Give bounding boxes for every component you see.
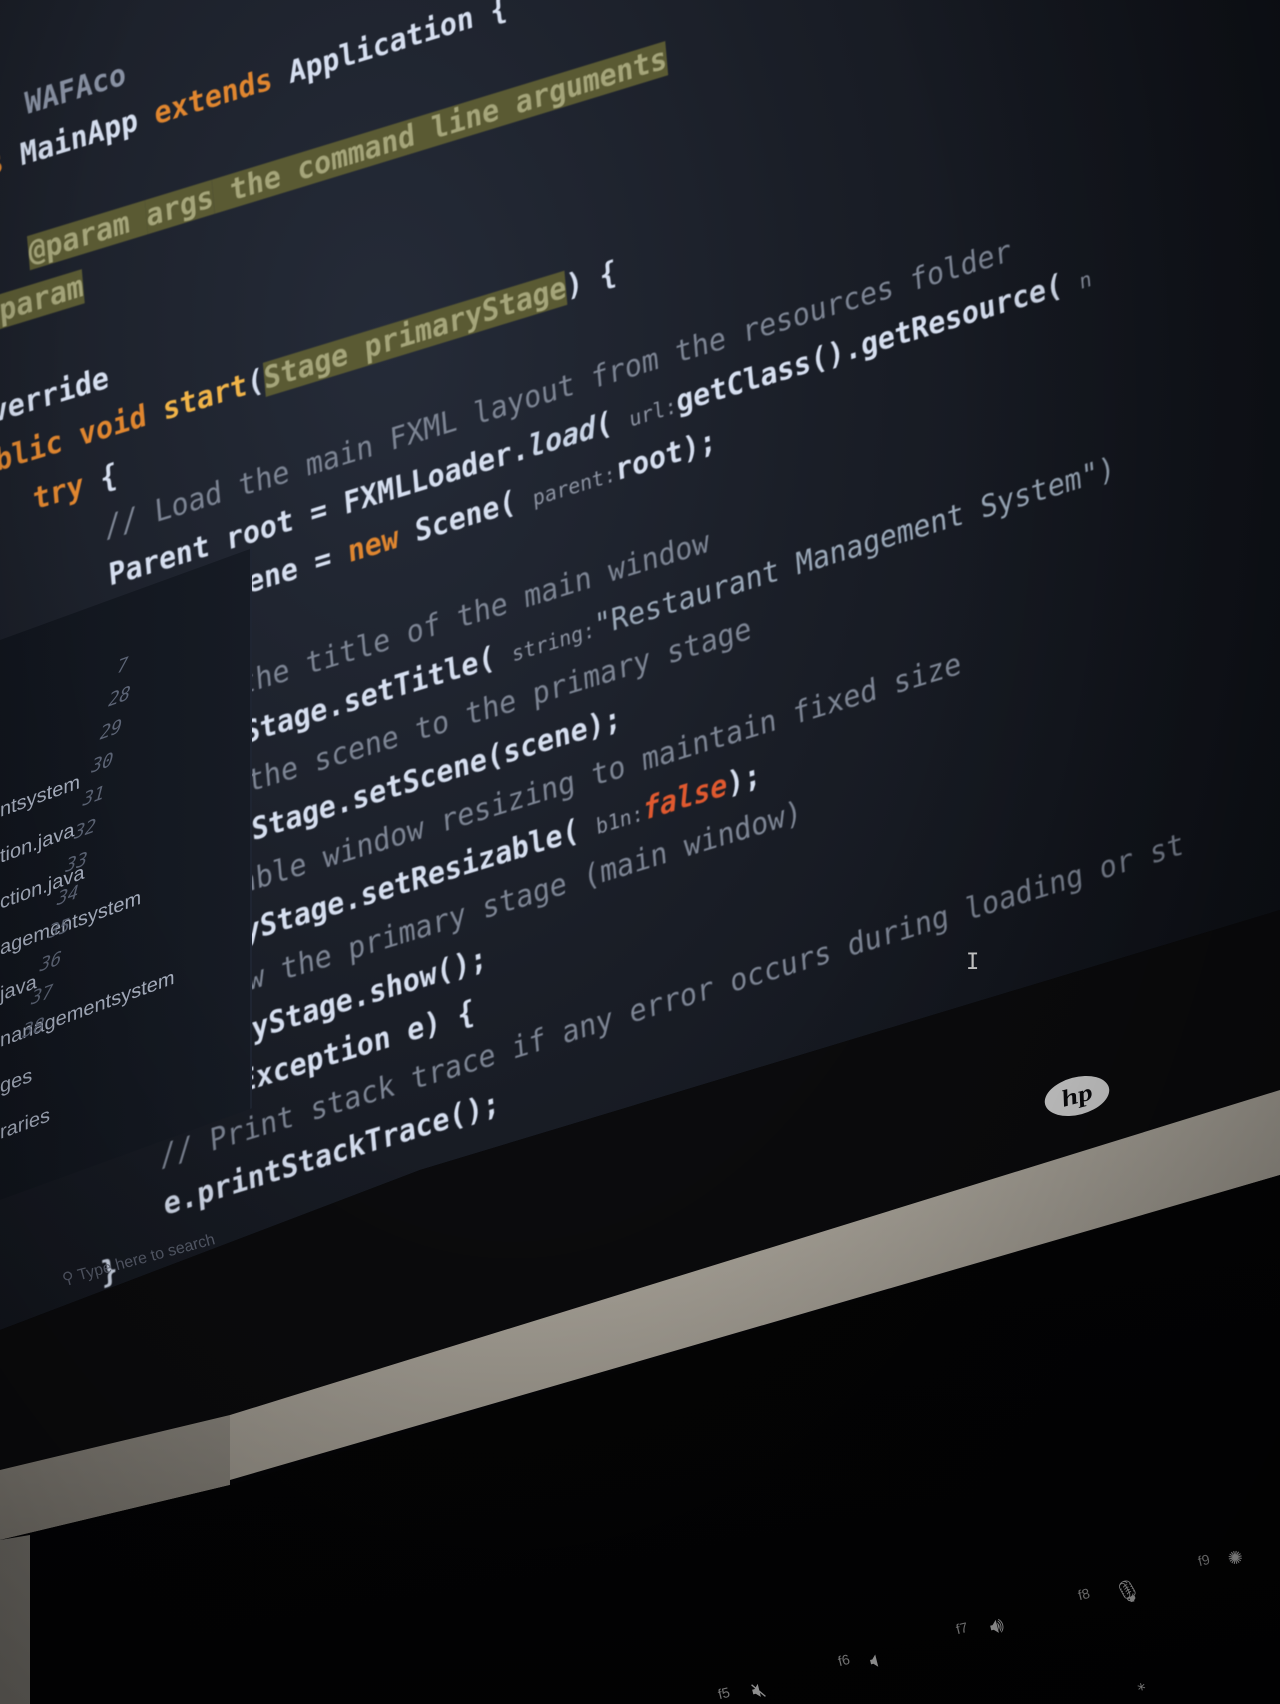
line-number: 38 [19,1012,48,1044]
code-token: b1n: [595,801,645,840]
line-number: 35 [45,913,73,945]
code-token: ); [725,757,763,803]
code-token: ) { [564,255,619,305]
code-token: url: [628,393,678,433]
code-token: { [98,457,119,497]
line-number: 29 [96,714,125,746]
code-token: ( [594,400,631,445]
line-number: 32 [70,814,99,846]
line-number: 30 [88,747,116,779]
line-number: 33 [62,847,91,879]
line-number: 31 [79,780,108,813]
line-number: 7 [113,652,131,680]
code-token: n [1078,266,1093,295]
line-number: 36 [36,946,65,978]
text-cursor-icon: I [966,950,980,975]
line-number: 34 [53,880,82,912]
line-number: 37 [27,979,56,1011]
line-number: 28 [105,681,134,713]
